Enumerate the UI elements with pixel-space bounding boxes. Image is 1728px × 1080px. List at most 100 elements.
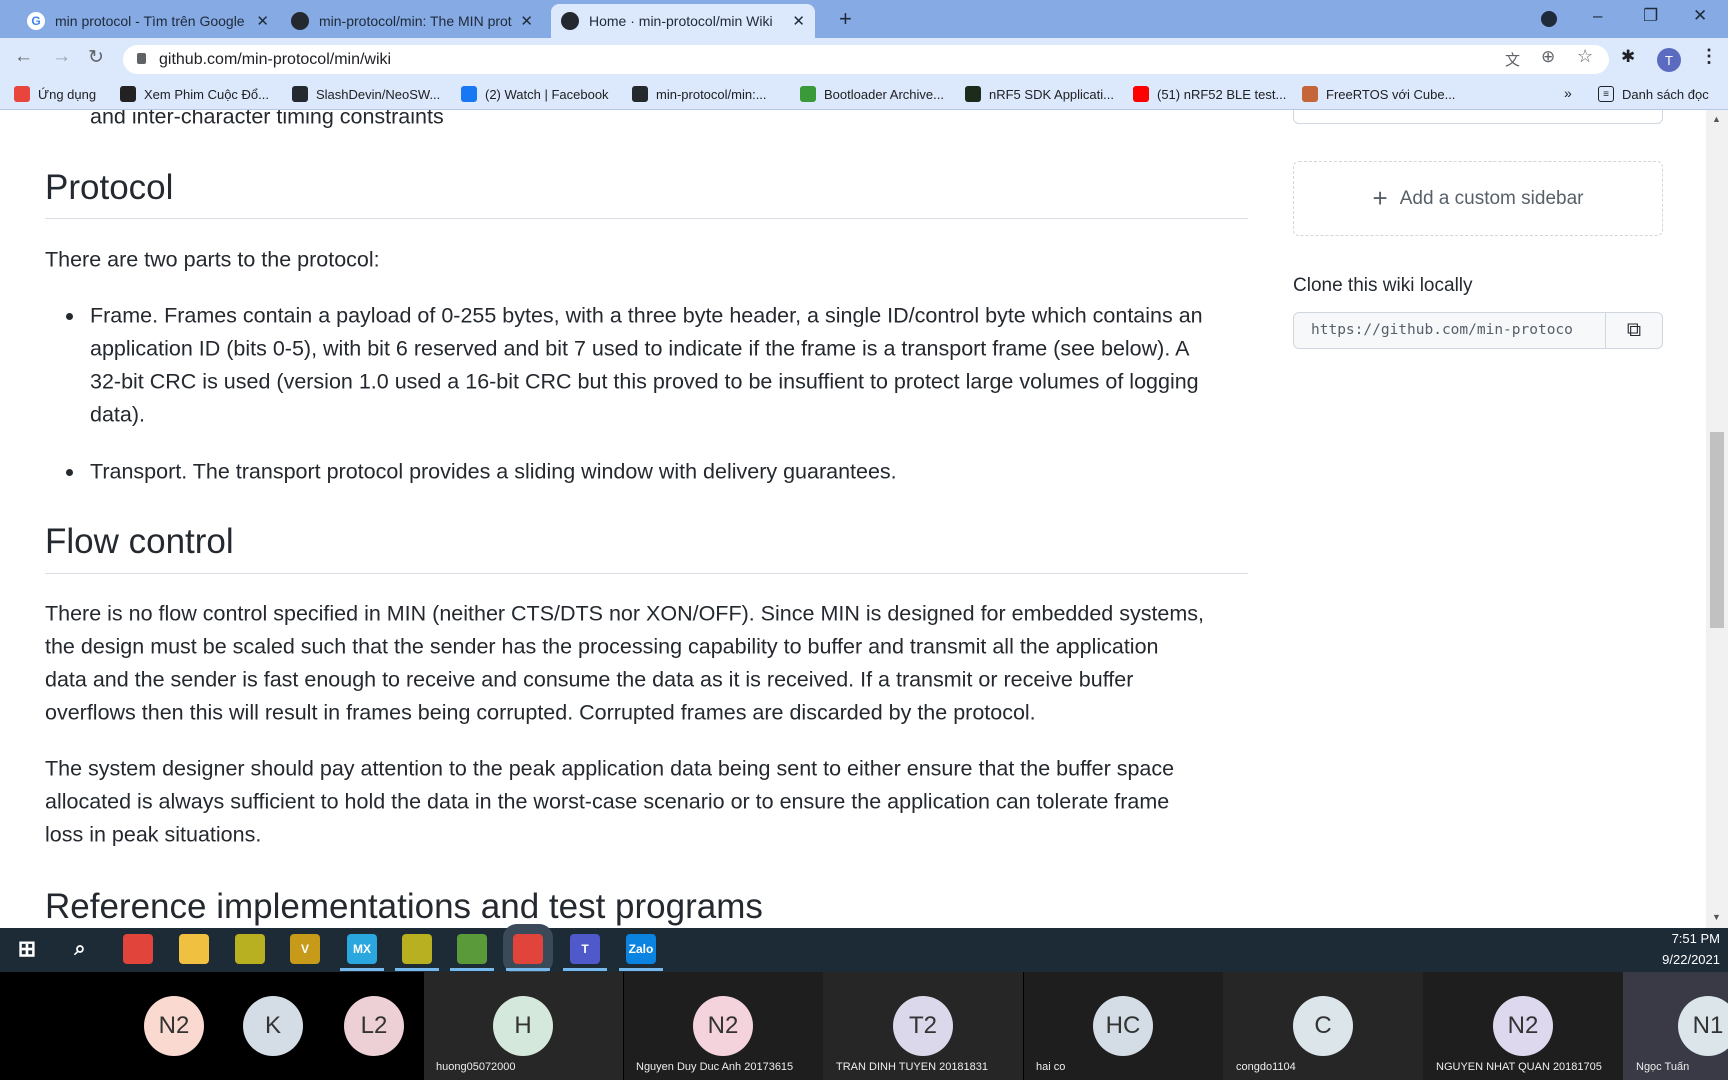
- tab-close-icon[interactable]: ✕: [256, 12, 269, 30]
- windows-start-icon[interactable]: ⊞: [12, 934, 42, 964]
- v-app-icon[interactable]: V: [290, 934, 320, 964]
- participant-avatar[interactable]: H: [493, 996, 553, 1056]
- file-explorer-icon[interactable]: [179, 934, 209, 964]
- tab-search-icon[interactable]: [1541, 11, 1557, 27]
- profile-avatar[interactable]: T: [1657, 48, 1681, 72]
- bookmark-item[interactable]: min-protocol/min:...: [632, 86, 767, 102]
- bookmark-item[interactable]: Ứng dụng: [14, 86, 96, 102]
- flow-paragraph-line: There is no flow control specified in MI…: [45, 601, 1205, 626]
- participant-name: NGUYEN NHAT QUAN 20181705: [1436, 1061, 1602, 1073]
- reload-icon[interactable]: ↻: [88, 46, 104, 69]
- bookmark-label: nRF5 SDK Applicati...: [989, 86, 1114, 102]
- more-bookmarks-button[interactable]: »: [1564, 85, 1572, 101]
- address-bar[interactable]: github.com/min-protocol/min/wiki: [123, 45, 1609, 74]
- back-icon[interactable]: ←: [14, 46, 33, 68]
- flow-paragraph-line: data and the sender is fast enough to re…: [45, 667, 1134, 692]
- github-icon: [291, 12, 309, 30]
- mx-icon[interactable]: MX: [347, 934, 377, 964]
- scroll-up-icon[interactable]: ▲: [1712, 114, 1721, 124]
- participant-avatar[interactable]: L2: [344, 996, 404, 1056]
- apps-icon: [14, 86, 30, 102]
- flow-paragraph-line: The system designer should pay attention…: [45, 756, 1175, 781]
- close-window-icon[interactable]: ✕: [1693, 6, 1707, 26]
- bookmark-label: min-protocol/min:...: [656, 86, 767, 102]
- participant-name: Ngọc Tuấn: [1636, 1061, 1690, 1073]
- clock-time[interactable]: 7:51 PM: [1664, 931, 1720, 946]
- tab-title: Home · min-protocol/min Wiki: [589, 13, 773, 29]
- reading-list-label: Danh sách đọc: [1622, 86, 1709, 102]
- translate-icon[interactable]: 文: [1505, 49, 1520, 70]
- url-text: github.com/min-protocol/min/wiki: [159, 50, 392, 68]
- running-indicator: [340, 968, 384, 971]
- google-icon: G: [27, 12, 45, 30]
- forward-icon[interactable]: →: [52, 46, 71, 68]
- bookmark-item[interactable]: SlashDevin/NeoSW...: [292, 86, 440, 102]
- minimize-icon[interactable]: –: [1593, 6, 1602, 26]
- flow-paragraph-line: loss in peak situations.: [45, 822, 262, 847]
- bookmark-label: (51) nRF52 BLE test...: [1157, 86, 1287, 102]
- menu-icon[interactable]: ⋮: [1700, 46, 1718, 67]
- copy-button[interactable]: ⧉: [1605, 312, 1663, 349]
- bookmark-star-icon[interactable]: ☆: [1577, 46, 1593, 67]
- participant-name: hai co: [1036, 1061, 1066, 1073]
- participant-avatar[interactable]: C: [1293, 996, 1353, 1056]
- add-custom-sidebar-button[interactable]: + Add a custom sidebar: [1293, 161, 1663, 236]
- tab-close-icon[interactable]: ✕: [792, 12, 805, 30]
- sidebar-pages-box: [1293, 110, 1663, 124]
- chrome-profile-icon[interactable]: [503, 924, 553, 974]
- reading-list-button[interactable]: ≡ Danh sách đọc: [1598, 86, 1709, 102]
- notepad-icon[interactable]: [457, 934, 487, 964]
- extensions-icon[interactable]: ✱: [1621, 47, 1635, 67]
- clone-url-input[interactable]: https://github.com/min-protoco: [1293, 312, 1606, 349]
- bookmark-item[interactable]: nRF5 SDK Applicati...: [965, 86, 1114, 102]
- frame-line: data).: [90, 402, 145, 427]
- divider: [45, 218, 1248, 219]
- participant-avatar[interactable]: N2: [693, 996, 753, 1056]
- restore-icon[interactable]: ❐: [1643, 6, 1658, 26]
- facebook-icon: [461, 86, 477, 102]
- scrollbar-thumb[interactable]: [1710, 432, 1724, 628]
- participant-avatar[interactable]: HC: [1093, 996, 1153, 1056]
- scroll-down-icon[interactable]: ▼: [1712, 912, 1721, 922]
- tab-1[interactable]: Gmin protocol - Tìm trên Google ✕: [17, 4, 279, 38]
- github-icon: [292, 86, 308, 102]
- zalo-icon[interactable]: Zalo: [626, 934, 656, 964]
- cut-list-item: and inter-character timing constraints: [90, 110, 444, 129]
- bookmark-item[interactable]: (51) nRF52 BLE test...: [1133, 86, 1286, 102]
- search-icon[interactable]: ⌕: [65, 934, 95, 964]
- participant-avatar[interactable]: N2: [144, 996, 204, 1056]
- bullet: [66, 469, 73, 476]
- chrome-icon[interactable]: [123, 934, 153, 964]
- participant-avatar[interactable]: K: [243, 996, 303, 1056]
- new-tab-button[interactable]: +: [839, 6, 852, 32]
- participant-name: Nguyen Duy Duc Anh 20173615: [636, 1061, 794, 1073]
- bookmark-item[interactable]: (2) Watch | Facebook: [461, 86, 609, 102]
- tool2-icon[interactable]: [402, 934, 432, 964]
- bookmark-item[interactable]: Bootloader Archive...: [800, 86, 944, 102]
- running-indicator: [450, 968, 494, 971]
- participant-avatar[interactable]: N2: [1493, 996, 1553, 1056]
- participant-name: congdo1104: [1236, 1061, 1296, 1073]
- clone-heading: Clone this wiki locally: [1293, 275, 1473, 296]
- clock-date[interactable]: 9/22/2021: [1650, 952, 1720, 967]
- heading-protocol: Protocol: [45, 168, 174, 207]
- participant-avatar[interactable]: T2: [893, 996, 953, 1056]
- tab-close-icon[interactable]: ✕: [520, 12, 533, 30]
- running-indicator: [506, 968, 550, 971]
- freertos-icon: [1302, 86, 1318, 102]
- bookmark-label: SlashDevin/NeoSW...: [316, 86, 441, 102]
- bookmark-item[interactable]: Xem Phim Cuộc Đổ...: [120, 86, 269, 102]
- flow-paragraph-line: the design must be scaled such that the …: [45, 634, 1159, 659]
- tool-icon[interactable]: [235, 934, 265, 964]
- zoom-icon[interactable]: ⊕: [1541, 47, 1555, 67]
- tv-icon: [120, 86, 136, 102]
- github-icon: [561, 12, 579, 30]
- heading-reference: Reference implementations and test progr…: [45, 887, 763, 926]
- bookmark-label: (2) Watch | Facebook: [485, 86, 609, 102]
- tab-2[interactable]: min-protocol/min: The MIN proto ✕: [281, 4, 543, 38]
- teams-icon[interactable]: T: [570, 934, 600, 964]
- bookmark-item[interactable]: FreeRTOS với Cube...: [1302, 86, 1455, 102]
- tab-3[interactable]: Home · min-protocol/min Wiki ✕: [551, 4, 815, 38]
- running-indicator: [619, 968, 663, 971]
- divider: [45, 573, 1248, 574]
